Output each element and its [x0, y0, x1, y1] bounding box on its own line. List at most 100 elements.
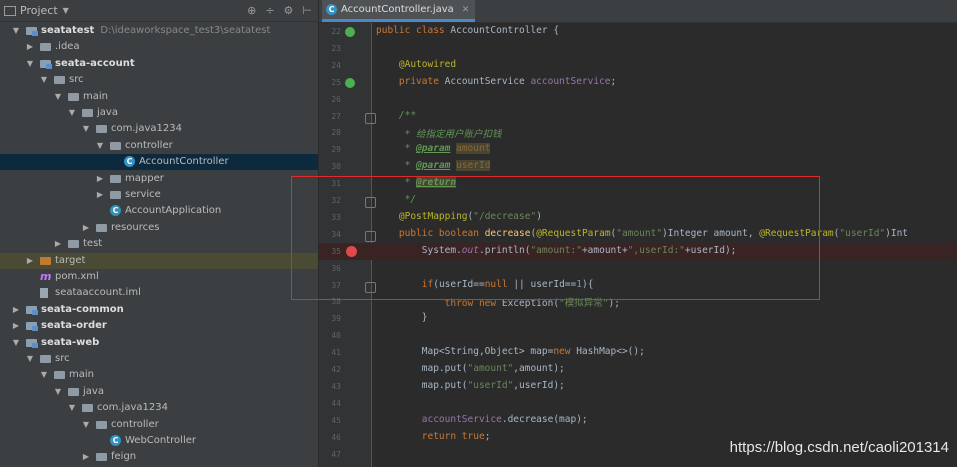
- chevron-right-icon[interactable]: ▶: [12, 318, 20, 334]
- run-icon[interactable]: [345, 27, 355, 37]
- tree-item[interactable]: ▶ seata-order: [0, 318, 318, 334]
- tree-item-label: target: [55, 254, 86, 266]
- tree-item[interactable]: ▶ resources: [0, 220, 318, 236]
- code-line[interactable]: * @param userId: [376, 160, 491, 172]
- tree-item[interactable]: ▼ java: [0, 105, 318, 121]
- code-line[interactable]: map.put("amount",amount);: [376, 363, 565, 374]
- code-line[interactable]: private AccountService accountService;: [376, 76, 616, 87]
- tree-item-label: controller: [125, 139, 173, 151]
- tree-item[interactable]: ▶ seata-common: [0, 302, 318, 318]
- chevron-down-icon[interactable]: ▼: [12, 335, 20, 351]
- chevron-right-icon[interactable]: ▶: [82, 449, 90, 465]
- tree-item[interactable]: C AccountController: [0, 154, 318, 171]
- tree-item[interactable]: ▼ src: [0, 351, 318, 367]
- code-line[interactable]: /**: [376, 110, 416, 121]
- chevron-right-icon[interactable]: ▶: [26, 39, 34, 55]
- chevron-right-icon[interactable]: ▶: [26, 253, 34, 269]
- tree-item[interactable]: m pom.xml: [0, 269, 318, 285]
- chevron-right-icon[interactable]: ▶: [82, 220, 90, 236]
- chevron-right-icon[interactable]: ▶: [12, 302, 20, 318]
- tree-item[interactable]: ▼ seata-web: [0, 335, 318, 351]
- tree-item[interactable]: ▼ seatatest D:\ideaworkspace_test3\seatate…: [0, 23, 318, 39]
- fold-icon[interactable]: [365, 112, 376, 124]
- project-path: D:\ideaworkspace_test3\seatatest: [100, 25, 271, 36]
- hide-icon[interactable]: ⊢: [302, 4, 312, 17]
- chevron-down-icon[interactable]: ▼: [26, 351, 34, 367]
- chevron-down-icon[interactable]: ▼: [54, 89, 62, 105]
- tree-item-label: src: [55, 353, 70, 364]
- chevron-down-icon[interactable]: ▼: [82, 417, 90, 433]
- tree-item[interactable]: ▼ src: [0, 72, 318, 88]
- chevron-right-icon[interactable]: ▶: [96, 187, 104, 203]
- line-number: 43: [331, 381, 341, 391]
- folder-icon: [68, 92, 79, 101]
- tree-item[interactable]: C AccountApplication: [0, 203, 318, 219]
- code-line[interactable]: public class AccountController {: [376, 25, 559, 36]
- line-number: 24: [331, 60, 341, 70]
- chevron-down-icon[interactable]: ▼: [26, 56, 34, 72]
- gear-icon[interactable]: ⚙: [284, 4, 294, 17]
- code-line[interactable]: return true;: [376, 431, 491, 442]
- chevron-down-icon[interactable]: ▼: [54, 384, 62, 400]
- tree-item-label: feign: [111, 451, 137, 463]
- tree-item[interactable]: C WebController: [0, 433, 318, 449]
- class-icon: C: [326, 4, 337, 15]
- tree-item[interactable]: seataaccount.iml: [0, 285, 318, 301]
- tree-item[interactable]: ▶ feign: [0, 449, 318, 465]
- close-icon[interactable]: ✕: [462, 5, 470, 15]
- chevron-down-icon[interactable]: ▼: [96, 138, 104, 154]
- locate-icon[interactable]: ⊕: [247, 4, 256, 17]
- tree-item-label: seatatest D:\ideaworkspace_test3\seatates…: [41, 25, 271, 36]
- line-number: 39: [331, 314, 341, 324]
- line-number: 28: [331, 128, 341, 138]
- line-number: 27: [331, 111, 341, 121]
- code-line[interactable]: accountService.decrease(map);: [376, 414, 588, 425]
- tree-item[interactable]: ▼ java: [0, 384, 318, 400]
- package-icon: [96, 420, 107, 429]
- watermark: https://blog.csdn.net/caoli201314: [729, 439, 949, 456]
- code-line[interactable]: * @param amount: [376, 143, 491, 155]
- tree-item[interactable]: ▶ test: [0, 236, 318, 252]
- tab-account-controller[interactable]: C AccountController.java ✕: [322, 0, 476, 22]
- chevron-down-icon[interactable]: ▼: [82, 121, 90, 137]
- package-icon: [96, 453, 107, 462]
- code-line[interactable]: map.put("userId",userId);: [376, 380, 565, 391]
- code-line[interactable]: @Autowired: [376, 59, 456, 70]
- chevron-down-icon[interactable]: ▼: [68, 400, 76, 416]
- tree-item[interactable]: ▶ .idea: [0, 39, 318, 55]
- tree-item-label: src: [69, 74, 84, 86]
- line-number: 46: [331, 432, 341, 442]
- tree-item-label: java: [83, 385, 104, 397]
- tree-item[interactable]: ▶ mapper: [0, 171, 318, 187]
- chevron-down-icon[interactable]: ▼: [40, 72, 48, 88]
- code-line[interactable]: * 给指定用户账户扣钱: [376, 126, 502, 140]
- chevron-down-icon[interactable]: ▼: [12, 23, 20, 39]
- tree-item[interactable]: ▶ service: [0, 187, 318, 203]
- folder-icon: [54, 371, 65, 380]
- tree-item[interactable]: ▼ controller: [0, 138, 318, 154]
- tree-item[interactable]: ▼ main: [0, 367, 318, 383]
- code-line[interactable]: Map<String,Object> map=new HashMap<>();: [376, 346, 645, 357]
- source-folder-icon: [54, 76, 65, 85]
- tree-item[interactable]: ▼ seata-account: [0, 56, 318, 72]
- collapse-icon[interactable]: ÷: [265, 4, 274, 17]
- source-folder-icon: [82, 109, 93, 117]
- chevron-down-icon[interactable]: ▼: [63, 6, 69, 15]
- chevron-down-icon[interactable]: ▼: [40, 367, 48, 383]
- tree-item[interactable]: ▼ controller: [0, 417, 318, 433]
- tree-item-label: seata-account: [55, 57, 135, 69]
- tree-item-label: seata-web: [41, 336, 100, 348]
- tree-item[interactable]: ▼ com.java1234: [0, 400, 318, 416]
- chevron-down-icon[interactable]: ▼: [68, 105, 76, 121]
- tree-item[interactable]: ▼ main: [0, 89, 318, 105]
- module-icon: [40, 59, 52, 69]
- line-number: 47: [331, 449, 341, 459]
- run-icon[interactable]: [345, 77, 355, 88]
- chevron-right-icon[interactable]: ▶: [54, 236, 62, 252]
- chevron-right-icon[interactable]: ▶: [96, 171, 104, 187]
- project-panel-title[interactable]: Project: [20, 4, 58, 17]
- code-line[interactable]: }: [376, 312, 428, 323]
- tree-item[interactable]: ▼ com.java1234: [0, 121, 318, 137]
- tree-item[interactable]: ▶ target: [0, 252, 318, 269]
- tree-item-label: com.java1234: [111, 123, 182, 135]
